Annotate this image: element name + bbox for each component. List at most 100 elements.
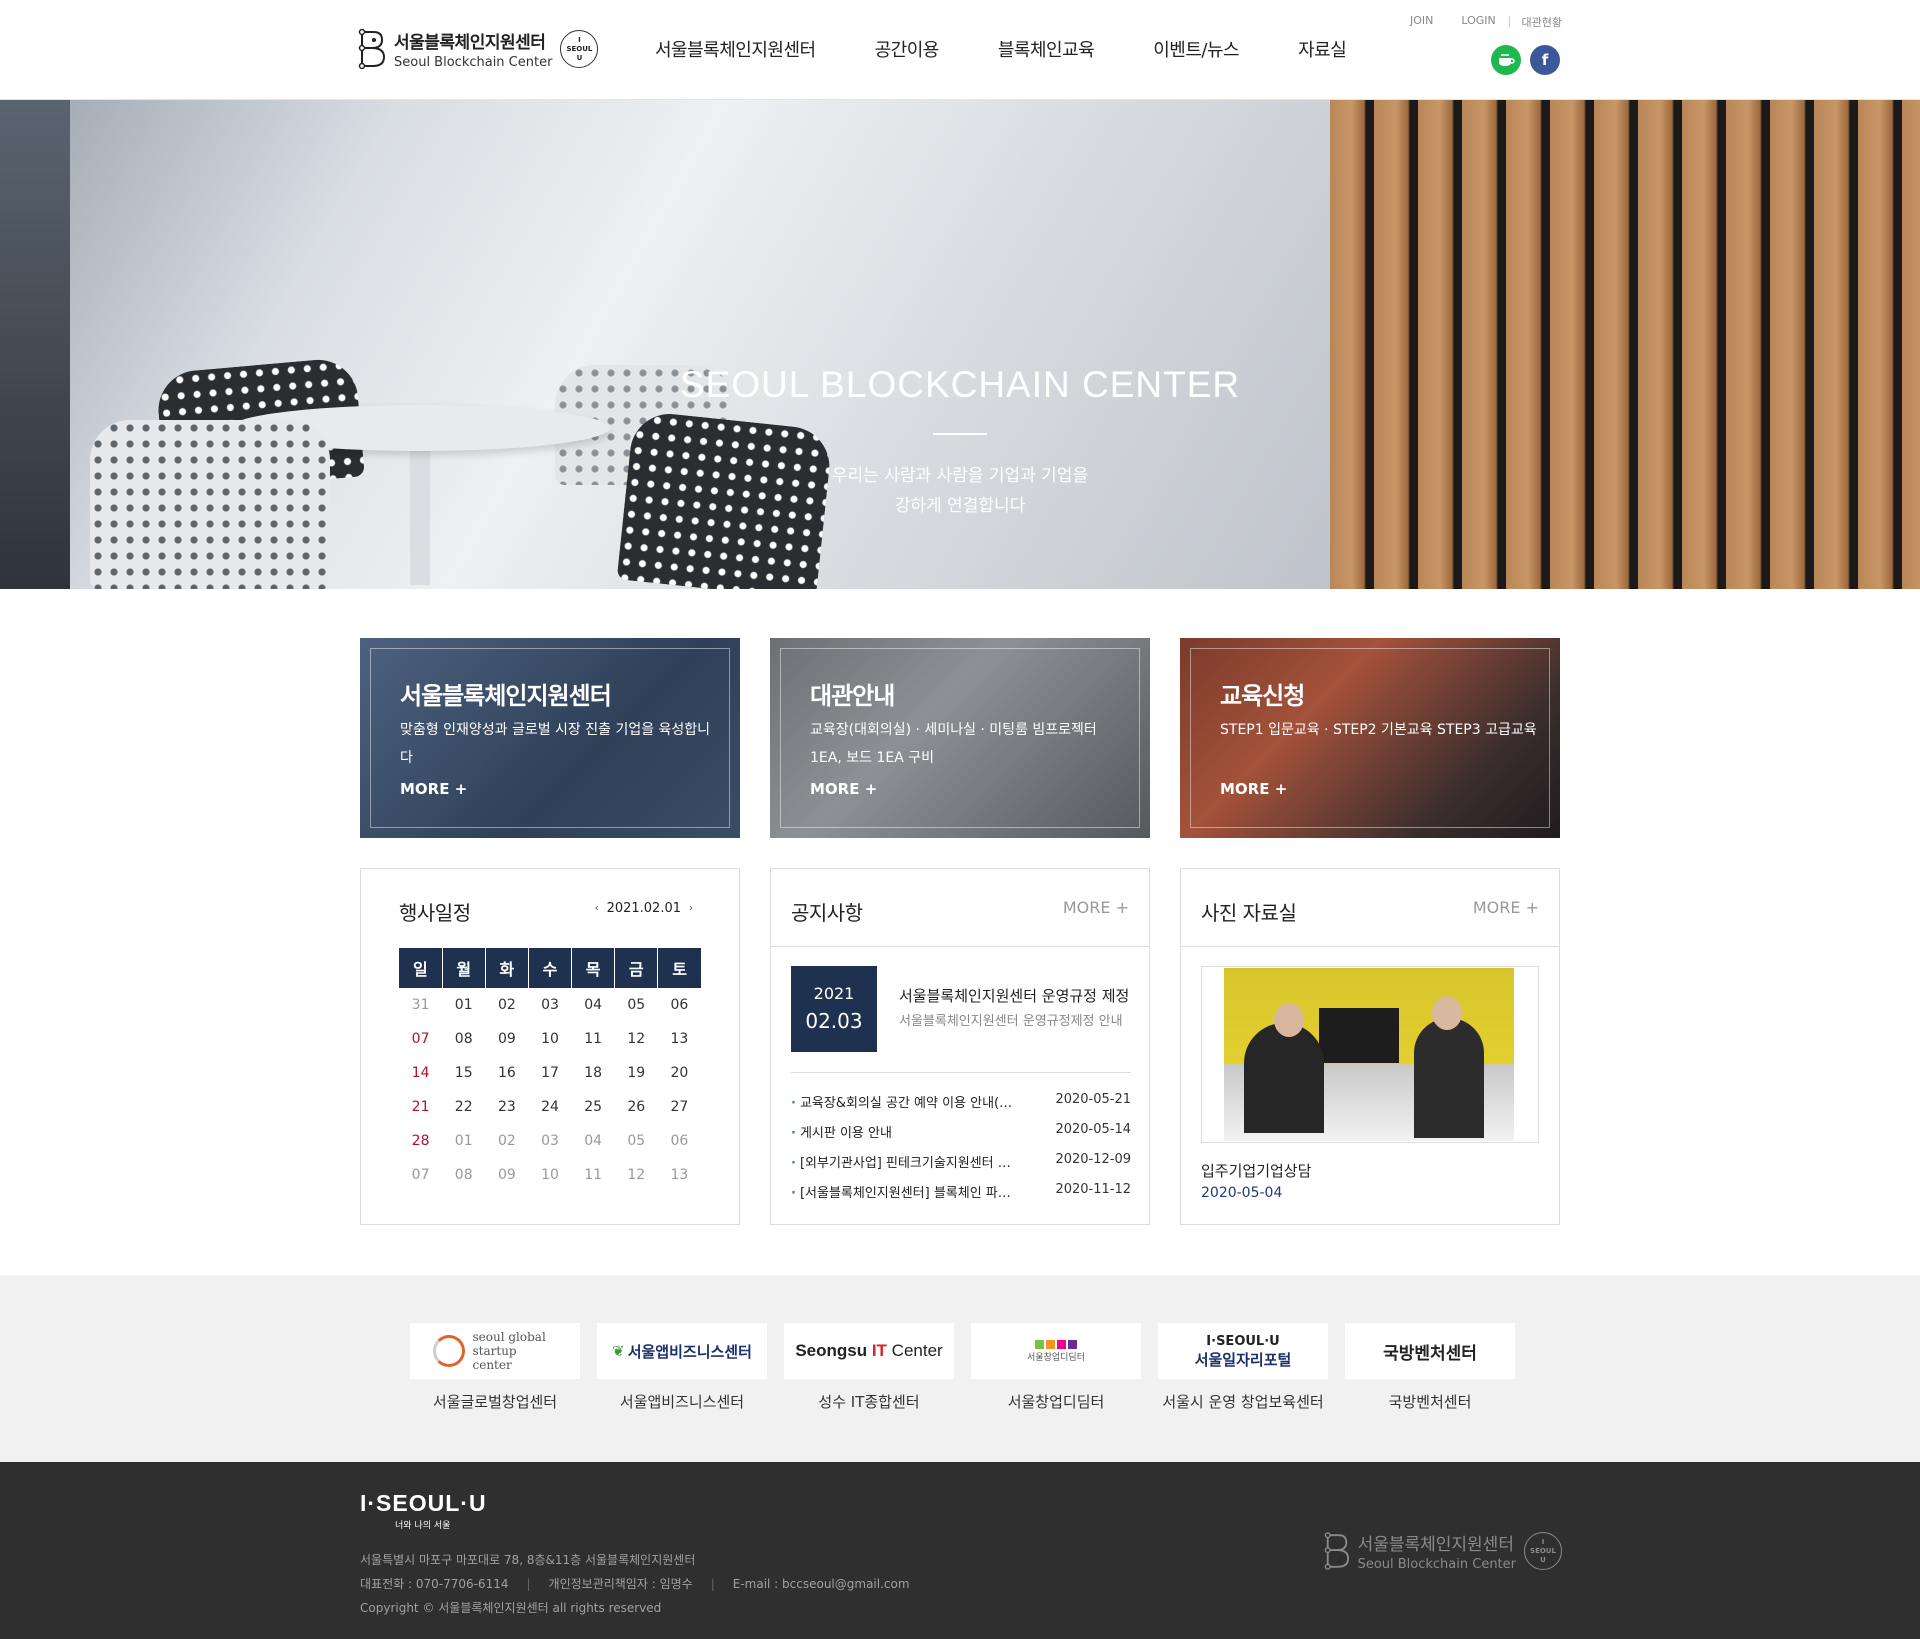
calendar-day[interactable]: 06 [658, 1124, 701, 1158]
box-title: 행사일정 [399, 901, 471, 925]
calendar-day[interactable]: 14 [399, 1056, 442, 1090]
calendar-day[interactable]: 15 [442, 1056, 485, 1090]
notice-item[interactable]: [서울블록체인지원센터] 블록체인 파트너십 안내 2020-11-12 [791, 1182, 1131, 1212]
login-link[interactable]: LOGIN [1461, 14, 1495, 30]
calendar-day[interactable]: 28 [399, 1124, 442, 1158]
hero-divider [933, 433, 987, 435]
calendar-day[interactable]: 07 [399, 1022, 442, 1056]
featured-notice-title[interactable]: 서울블록체인지원센터 운영규정 제정 [899, 985, 1134, 1006]
calendar-day[interactable]: 23 [485, 1090, 528, 1124]
kakao-story-icon[interactable] [1491, 45, 1521, 75]
card-center[interactable]: 서울블록체인지원센터 맞춤형 인재양성과 글로벌 시장 진출 기업을 육성합니다… [360, 638, 740, 838]
nav-item-center[interactable]: 서울블록체인지원센터 [655, 36, 816, 62]
photo-caption[interactable]: 입주기업기업상담 [1201, 1160, 1311, 1181]
card-rental[interactable]: 대관안내 교육장(대회의실) · 세미나실 · 미팅룸 빔프로젝터 1EA, 보… [770, 638, 1150, 838]
calendar-day[interactable]: 02 [485, 1124, 528, 1158]
card-more-link[interactable]: MORE + [1220, 780, 1287, 798]
calendar-day[interactable]: 03 [528, 988, 571, 1022]
calendar-day[interactable]: 19 [615, 1056, 658, 1090]
nav-item-space[interactable]: 공간이용 [875, 36, 940, 62]
calendar-day[interactable]: 16 [485, 1056, 528, 1090]
partner-logo-text: Center [886, 1341, 943, 1360]
badge-line: SEOUL [1530, 1546, 1556, 1555]
calendar-day[interactable]: 20 [658, 1056, 701, 1090]
hero-subtitle-line: 강하게 연결합니다 [894, 496, 1026, 516]
notice-divider [791, 1072, 1131, 1073]
partner-links: seoul global startup center 서울글로벌창업센터 ❦ … [0, 1275, 1920, 1462]
notice-list: 교육장&회의실 공간 예약 이용 안내(필독) 2020-05-21 게시판 이… [791, 1092, 1131, 1212]
notice-item[interactable]: [외부기관사업] 핀테크기술지원센터 참여기업 모집 2020-12-09 [791, 1152, 1131, 1182]
footer-email[interactable]: E-mail : bccseoul@gmail.com [733, 1577, 910, 1591]
calendar-day[interactable]: 17 [528, 1056, 571, 1090]
calendar-day[interactable]: 13 [658, 1022, 701, 1056]
notice-item[interactable]: 교육장&회의실 공간 예약 이용 안내(필독) 2020-05-21 [791, 1092, 1131, 1122]
partner-name: 서울글로벌창업센터 [432, 1393, 558, 1411]
partner-startup-didimter[interactable]: 서울창업디딤터 서울창업디딤터 [971, 1323, 1141, 1412]
i-seoul-u-logo: I·SEOUL·U 너와 나의 서울 [360, 1490, 487, 1531]
photo-monitor [1319, 1008, 1399, 1063]
calendar-day[interactable]: 10 [528, 1158, 571, 1192]
calendar-day[interactable]: 12 [615, 1022, 658, 1056]
calendar-day[interactable]: 27 [658, 1090, 701, 1124]
utility-links: JOIN LOGIN | 대관현황 [1396, 14, 1562, 30]
calendar-day[interactable]: 05 [615, 1124, 658, 1158]
card-more-link[interactable]: MORE + [400, 780, 467, 798]
calendar-day[interactable]: 25 [572, 1090, 615, 1124]
calendar-day[interactable]: 07 [399, 1158, 442, 1192]
next-month-icon[interactable]: › [689, 903, 693, 914]
badge-line: U [1540, 1555, 1546, 1564]
calendar-day[interactable]: 11 [572, 1022, 615, 1056]
footer-logo-kr: 서울블록체인지원센터 [1357, 1535, 1514, 1555]
partner-app-business[interactable]: ❦ 서울앱비즈니스센터 서울앱비즈니스센터 [597, 1323, 767, 1412]
nav-item-archive[interactable]: 자료실 [1298, 36, 1347, 62]
calendar-day[interactable]: 09 [485, 1158, 528, 1192]
site-logo[interactable]: 서울블록체인지원센터 Seoul Blockchain Center I SEO… [358, 28, 599, 70]
partner-seongsu-it[interactable]: Seongsu IT Center 성수 IT종합센터 [784, 1323, 954, 1412]
box-divider [771, 946, 1149, 947]
photo-more-link[interactable]: MORE + [1473, 898, 1539, 917]
facebook-icon[interactable]: f [1530, 45, 1560, 75]
calendar-day[interactable]: 24 [528, 1090, 571, 1124]
calendar-day[interactable]: 13 [658, 1158, 701, 1192]
calendar-day[interactable]: 22 [442, 1090, 485, 1124]
card-education[interactable]: 교육신청 STEP1 입문교육 · STEP2 기본교육 STEP3 고급교육 … [1180, 638, 1560, 838]
calendar-week: 07 08 09 10 11 12 13 [399, 1158, 701, 1192]
calendar-day[interactable]: 04 [572, 1124, 615, 1158]
partner-name: 국방벤처센터 [1388, 1393, 1472, 1411]
calendar-day[interactable]: 08 [442, 1022, 485, 1056]
card-more-link[interactable]: MORE + [810, 780, 877, 798]
calendar-day[interactable]: 09 [485, 1022, 528, 1056]
calendar-day[interactable]: 01 [442, 1124, 485, 1158]
sns-links: f [1491, 45, 1560, 75]
calendar-day[interactable]: 08 [442, 1158, 485, 1192]
rental-status-link[interactable]: 대관현황 [1522, 14, 1562, 30]
calendar-day[interactable]: 03 [528, 1124, 571, 1158]
join-link[interactable]: JOIN [1410, 14, 1433, 30]
notice-more-link[interactable]: MORE + [1063, 898, 1129, 917]
calendar-day[interactable]: 05 [615, 988, 658, 1022]
notice-item[interactable]: 게시판 이용 안내 2020-05-14 [791, 1122, 1131, 1152]
calendar-day[interactable]: 26 [615, 1090, 658, 1124]
calendar-day[interactable]: 12 [615, 1158, 658, 1192]
nav-item-events-news[interactable]: 이벤트/뉴스 [1153, 36, 1239, 62]
calendar-day[interactable]: 18 [572, 1056, 615, 1090]
calendar-day[interactable]: 04 [572, 988, 615, 1022]
calendar-day[interactable]: 31 [399, 988, 442, 1022]
calendar-day[interactable]: 21 [399, 1090, 442, 1124]
calendar-day[interactable]: 10 [528, 1022, 571, 1056]
partner-logo-text: 국방벤처센터 [1383, 1343, 1477, 1364]
prev-month-icon[interactable]: ‹ [595, 903, 599, 914]
partner-seoul-job-portal[interactable]: I·SEOUL·U 서울일자리포털 서울시 운영 창업보육센터 [1158, 1323, 1328, 1412]
partner-global-startup[interactable]: seoul global startup center 서울글로벌창업센터 [410, 1323, 580, 1412]
photo-thumbnail[interactable] [1201, 966, 1539, 1143]
calendar-day[interactable]: 11 [572, 1158, 615, 1192]
partner-defense-venture[interactable]: 국방벤처센터 국방벤처센터 [1345, 1323, 1515, 1412]
notice-item-date: 2020-11-12 [1055, 1182, 1131, 1197]
nav-item-education[interactable]: 블록체인교육 [998, 36, 1095, 62]
calendar-day[interactable]: 01 [442, 988, 485, 1022]
partner-logo-text: Seongsu [795, 1341, 872, 1360]
didimter-logo-icon [1034, 1339, 1078, 1350]
calendar-day[interactable]: 02 [485, 988, 528, 1022]
calendar-day[interactable]: 06 [658, 988, 701, 1022]
notice-item-date: 2020-05-14 [1055, 1122, 1131, 1137]
